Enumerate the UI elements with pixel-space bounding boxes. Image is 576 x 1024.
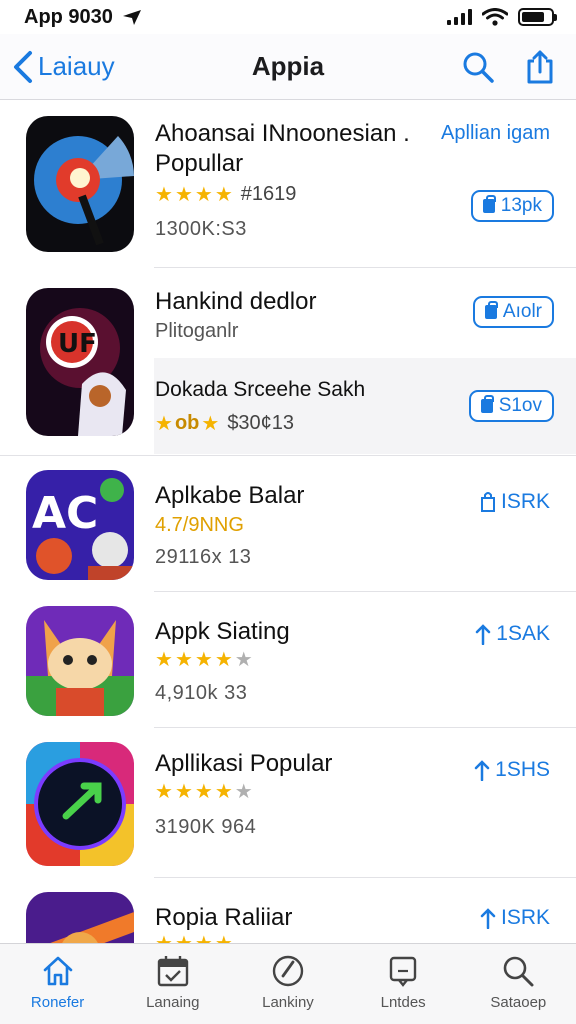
tab-home[interactable]: Ronefer bbox=[8, 954, 108, 1011]
status-time: App 9030 bbox=[24, 5, 113, 28]
chevron-left-icon bbox=[14, 50, 32, 83]
list-item[interactable]: Dokada Srceehe Sakh ★ ob ★ $30¢13 S1ov bbox=[0, 358, 576, 456]
share-button[interactable] bbox=[522, 49, 558, 85]
app-meta: 1300K:S3 bbox=[155, 218, 247, 240]
star-icon: ★ bbox=[214, 649, 233, 671]
app-icon bbox=[26, 892, 134, 943]
star-icon: ★ bbox=[174, 781, 193, 803]
arrow-up-icon bbox=[474, 760, 490, 781]
download-button[interactable]: 1SAK bbox=[474, 622, 550, 646]
app-title: Ahoansai INnoonesian . bbox=[155, 120, 410, 147]
cellular-signal-icon bbox=[447, 9, 472, 25]
navigation-bar: Laiauy Appia bbox=[0, 34, 576, 100]
star-icon: ★ bbox=[155, 934, 173, 943]
star-icon: ★ bbox=[155, 649, 173, 671]
star-icon: ★ bbox=[194, 781, 213, 803]
star-icon: ★ bbox=[194, 649, 213, 671]
search-button[interactable] bbox=[460, 49, 496, 85]
app-meta: 3190K 964 bbox=[155, 816, 257, 838]
status-bar: App 9030 bbox=[0, 0, 576, 34]
bag-icon bbox=[482, 195, 496, 213]
wifi-icon bbox=[482, 8, 508, 26]
app-title-line2: Popullar bbox=[155, 150, 244, 177]
star-icon: ★ bbox=[155, 781, 173, 803]
tab-search[interactable]: Sataoep bbox=[468, 954, 568, 1011]
rating: ★★★★ bbox=[155, 934, 233, 943]
list-item[interactable]: Ropia Raliiar ★★★★ ISRK bbox=[0, 878, 576, 943]
app-icon bbox=[26, 606, 134, 716]
app-title: Appk Siating bbox=[155, 618, 290, 645]
app-category-link[interactable]: Apllian igam bbox=[441, 122, 550, 145]
app-meta: 4,910k 33 bbox=[155, 682, 248, 704]
star-icon: ★ bbox=[215, 934, 233, 943]
app-title: Hankind dedlor bbox=[155, 288, 317, 315]
get-button[interactable]: Aıolr bbox=[472, 296, 554, 328]
list-item[interactable]: Apllikasi Popular ★ ★ ★ ★ ★ 3190K 964 1SHS bbox=[0, 728, 576, 878]
bag-icon bbox=[484, 301, 498, 319]
app-title: Dokada Srceehe Sakh bbox=[155, 378, 366, 401]
tab-chat[interactable]: Lntdes bbox=[353, 954, 453, 1011]
chat-icon bbox=[389, 956, 417, 987]
compass-icon bbox=[272, 955, 304, 987]
get-button[interactable]: 13pk bbox=[470, 190, 554, 222]
download-button[interactable]: ISRK bbox=[479, 490, 550, 514]
bag-icon bbox=[480, 395, 494, 413]
search-icon bbox=[504, 956, 534, 987]
list-item[interactable]: Appk Siating ★ ★ ★ ★ ★ 4,910k 33 1SAK bbox=[0, 592, 576, 728]
star-empty-icon: ★ bbox=[234, 781, 253, 803]
app-title: Ropia Raliiar bbox=[155, 904, 293, 931]
rating: 4.7/9NNG bbox=[155, 514, 244, 536]
rating: ★ ★ ★ ★ ★ bbox=[155, 650, 253, 670]
list-item[interactable]: AC Aplkabe Balar 4.7/9NNG 29116x 13 ISRK bbox=[0, 456, 576, 592]
app-icon bbox=[26, 742, 134, 866]
star-icon: ★ bbox=[195, 934, 213, 943]
app-meta: 29116x 13 bbox=[155, 546, 252, 568]
download-button[interactable]: 1SHS bbox=[473, 758, 550, 782]
svg-text:UF: UF bbox=[58, 329, 97, 359]
star-icon: ★ bbox=[175, 934, 193, 943]
rating-badge: ob bbox=[174, 412, 200, 434]
download-button[interactable]: ISRK bbox=[479, 906, 550, 930]
star-icon: ★ bbox=[155, 183, 173, 206]
svg-text:AC: AC bbox=[32, 488, 98, 539]
star-icon: ★ bbox=[214, 781, 233, 803]
arrow-up-icon bbox=[480, 908, 496, 929]
tab-calendar[interactable]: Lanaing bbox=[123, 954, 223, 1011]
app-title: Aplkabe Balar bbox=[155, 482, 305, 509]
bag-icon bbox=[480, 492, 495, 512]
get-button[interactable]: S1ov bbox=[468, 390, 554, 422]
tab-compass[interactable]: Lankiny bbox=[238, 954, 338, 1011]
location-icon bbox=[122, 10, 141, 25]
back-label: Laiauy bbox=[38, 51, 115, 81]
star-empty-icon: ★ bbox=[234, 649, 253, 671]
app-icon: AC bbox=[26, 470, 134, 580]
star-icon: ★ bbox=[174, 649, 193, 671]
arrow-up-icon bbox=[476, 624, 491, 645]
rating: ★ ★ ★ ★ ★ bbox=[155, 782, 253, 802]
star-icon: ★ bbox=[201, 412, 220, 435]
list-item[interactable]: Ahoansai INnoonesian . Popullar ★ ★ ★ ★ #16… bbox=[0, 100, 576, 268]
star-icon: ★ bbox=[155, 412, 173, 435]
calendar-icon bbox=[157, 956, 188, 987]
star-icon: ★ bbox=[174, 183, 193, 206]
rating: ★ ob ★ $30¢13 bbox=[155, 412, 295, 435]
star-icon: ★ bbox=[214, 183, 233, 206]
app-list: Ahoansai INnoonesian . Popullar ★ ★ ★ ★ #16… bbox=[0, 100, 576, 943]
home-icon bbox=[43, 956, 72, 986]
search-icon bbox=[463, 52, 494, 83]
back-button[interactable]: Laiauy bbox=[12, 50, 115, 84]
app-subtitle: Plitoganlr bbox=[155, 320, 239, 342]
app-title: Apllikasi Popular bbox=[155, 750, 333, 777]
battery-icon bbox=[518, 8, 557, 26]
rating: ★ ★ ★ ★ #1619 bbox=[155, 183, 297, 206]
star-icon: ★ bbox=[194, 183, 213, 206]
share-icon bbox=[527, 50, 553, 83]
list-item[interactable]: UF Hankind dedlor Plitoganlr Aıolr bbox=[0, 268, 576, 436]
app-icon bbox=[26, 116, 134, 252]
tab-bar: Ronefer Lanaing Lankiny Lntdes Sataoep bbox=[0, 943, 576, 1024]
